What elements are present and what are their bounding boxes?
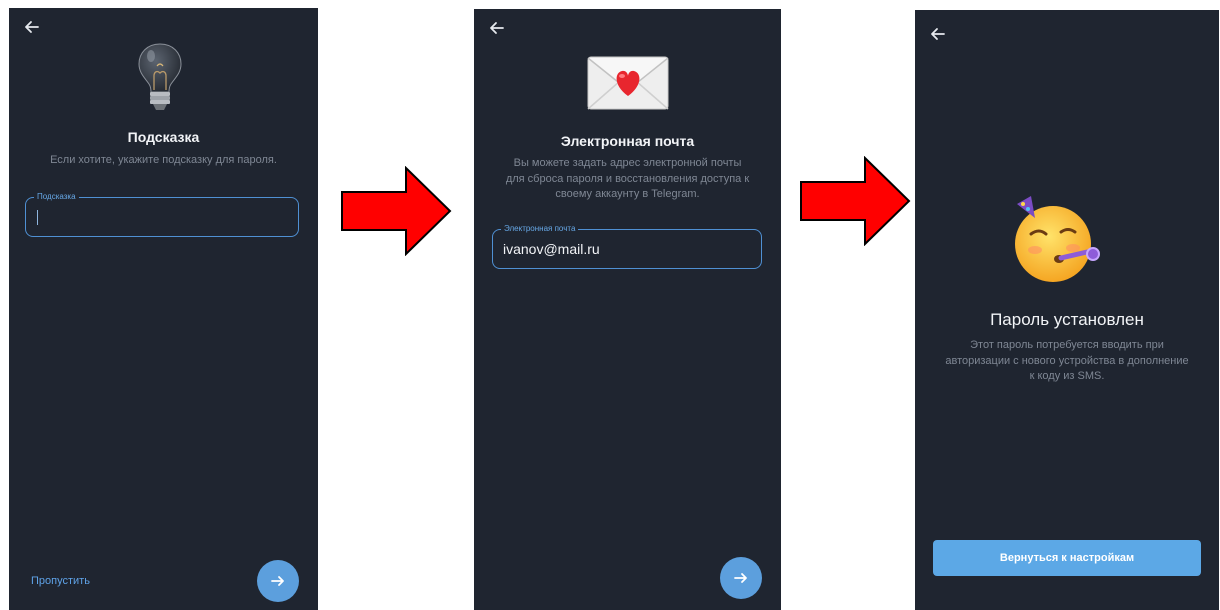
- back-arrow-icon: [25, 21, 39, 33]
- back-button[interactable]: [19, 14, 45, 40]
- flow-arrow-icon: [341, 166, 452, 256]
- love-letter-icon: [587, 56, 669, 110]
- next-button[interactable]: [257, 560, 299, 602]
- page-title: Электронная почта: [560, 133, 695, 149]
- page-title: Подсказка: [127, 129, 200, 145]
- description-line: авторизации с нового устройства в дополн…: [945, 354, 1189, 367]
- description-line: к коду из SMS.: [1029, 370, 1105, 382]
- page-description: Этот пароль потребуется вводить при авто…: [915, 338, 1219, 385]
- next-button[interactable]: [720, 557, 762, 599]
- description-line: Вы можете задать адрес электронной почты: [513, 157, 742, 169]
- lightbulb-icon: [138, 43, 182, 110]
- hint-screen: Подсказка Если хотите, укажите подсказку…: [9, 8, 318, 610]
- page-description: Если хотите, укажите подсказку для парол…: [50, 154, 277, 166]
- back-arrow-icon: [931, 28, 945, 40]
- password-set-screen: Пароль установлен Этот пароль потребуетс…: [915, 10, 1219, 610]
- flow-arrow-icon: [800, 156, 911, 246]
- page-description: Вы можете задать адрес электронной почты…: [474, 156, 781, 203]
- skip-link[interactable]: Пропустить: [31, 575, 90, 587]
- back-button[interactable]: [484, 15, 510, 41]
- back-arrow-icon: [490, 22, 504, 34]
- text-caret: [37, 210, 39, 225]
- arrow-right-icon: [271, 576, 284, 586]
- back-button[interactable]: [925, 21, 951, 47]
- email-screen: Электронная почта Вы можете задать адрес…: [474, 9, 781, 610]
- hint-field[interactable]: Подсказка: [25, 191, 299, 237]
- email-field[interactable]: Электронная почта: [492, 223, 762, 269]
- party-face-icon: [1015, 196, 1100, 282]
- description-line: своему аккаунту в Telegram.: [555, 188, 700, 200]
- description-line: для сброса пароля и восстановления досту…: [505, 172, 750, 185]
- page-title: Пароль установлен: [990, 310, 1144, 329]
- return-to-settings-button[interactable]: Вернуться к настройкам: [933, 540, 1201, 576]
- description-line: Этот пароль потребуется вводить при: [970, 339, 1164, 351]
- arrow-right-icon: [734, 573, 747, 583]
- hint-field-label: Подсказка: [34, 191, 79, 203]
- email-input[interactable]: [503, 230, 753, 268]
